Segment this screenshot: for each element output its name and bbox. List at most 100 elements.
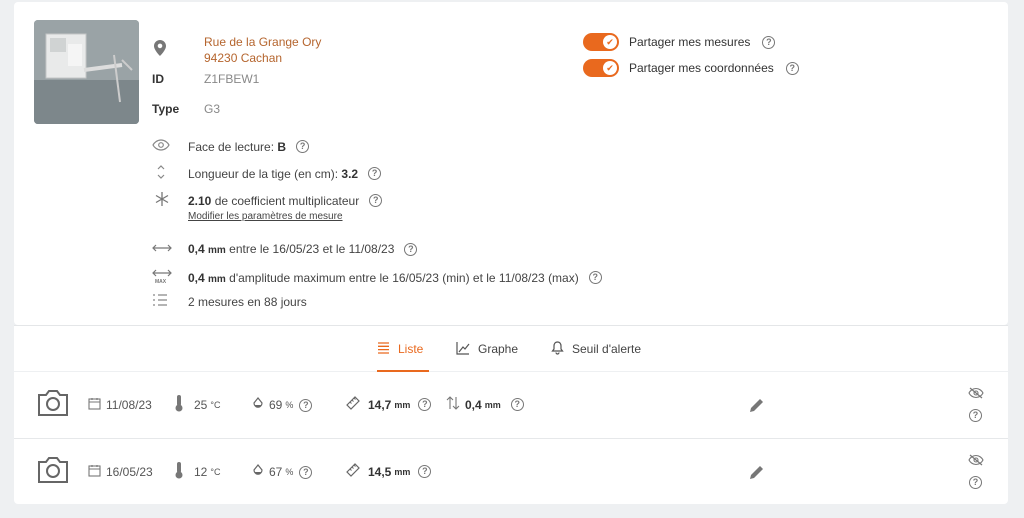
amplitude-value: 0,4 [188, 270, 205, 285]
measure-row: 16/05/23 12 °C 67 % ? 14,5 mm ? ? [14, 438, 1008, 504]
camera-icon[interactable] [36, 388, 70, 418]
help-icon[interactable]: ? [588, 271, 602, 284]
measure-date: 11/08/23 [106, 398, 152, 412]
calendar-icon [88, 464, 101, 480]
measure-date: 16/05/23 [106, 465, 153, 479]
expand-vertical-icon [152, 165, 188, 182]
width-unit: mm [394, 466, 411, 477]
humidity-unit: % [285, 400, 294, 410]
thermometer-icon [174, 461, 184, 482]
measure-width: 14,7 [368, 397, 392, 412]
edit-pencil-icon[interactable] [748, 396, 766, 414]
length-label: Longueur de la tige (en cm): [188, 166, 342, 181]
share-measures-row: ✔ Partager mes mesures ? [583, 33, 776, 51]
max-amplitude-icon: MAX [152, 268, 188, 287]
variation-text: entre le 16/05/23 et le 11/08/23 [225, 242, 395, 256]
share-measures-toggle[interactable]: ✔ [583, 33, 619, 51]
variation-unit: mm [208, 245, 226, 256]
tab-seuil-alerte[interactable]: Seuil d'alerte [551, 326, 641, 372]
address[interactable]: Rue de la Grange Ory 94230 Cachan [204, 34, 321, 66]
coef-row: 2.10 de coefficient multiplicateur ? [152, 191, 383, 210]
tabs-bar: Liste Graphe Seuil d'alerte [14, 325, 1008, 372]
sensor-card: Rue de la Grange Ory 94230 Cachan ID Z1F… [14, 2, 1008, 325]
list-icon [152, 294, 188, 309]
length-row: Longueur de la tige (en cm): 3.2 ? [152, 165, 382, 182]
help-icon[interactable]: ? [404, 242, 418, 256]
id-label: ID [152, 72, 164, 86]
amplitude-row: MAX 0,4 mm d'amplitude maximum entre le … [152, 268, 602, 287]
edit-pencil-icon[interactable] [748, 463, 766, 481]
help-icon[interactable]: ? [299, 465, 313, 479]
address-line1: Rue de la Grange Ory [204, 35, 322, 49]
amplitude-text: d'amplitude maximum entre le 16/05/23 (m… [225, 270, 579, 285]
eye-icon [152, 139, 188, 154]
asterisk-icon [152, 191, 188, 210]
ruler-icon [345, 395, 361, 414]
length-value: 3.2 [341, 166, 359, 181]
help-icon[interactable]: ? [969, 409, 982, 422]
measure-temp: 12 [194, 464, 208, 479]
temp-unit: °C [210, 466, 221, 477]
check-icon: ✔ [603, 61, 617, 75]
help-icon[interactable]: ? [785, 61, 799, 75]
ruler-icon [345, 462, 361, 481]
measure-list: 11/08/23 25 °C 69 % ? 14,7 mm ? 0,4 mm ? [14, 372, 1008, 504]
count-row: 2 mesures en 88 jours [152, 294, 307, 309]
face-label: Face de lecture: [188, 139, 278, 154]
help-icon[interactable]: ? [510, 398, 524, 411]
measure-humidity: 67 [269, 465, 283, 479]
sensor-photo[interactable] [34, 20, 139, 124]
help-icon[interactable]: ? [418, 398, 432, 411]
modify-params-link[interactable]: Modifier les paramètres de mesure [188, 211, 343, 222]
temp-unit: °C [210, 399, 221, 410]
location-pin-icon [154, 40, 166, 59]
help-icon[interactable]: ? [369, 194, 383, 207]
face-row: Face de lecture: B ? [152, 139, 310, 154]
list-lines-icon [377, 341, 390, 357]
width-unit: mm [394, 399, 411, 410]
id-row: ID Z1FBEW1 [152, 72, 259, 86]
check-icon: ✔ [603, 35, 617, 49]
measure-delta: 0,4 [465, 397, 482, 412]
share-coords-label: Partager mes coordonnées [629, 61, 774, 75]
help-icon[interactable]: ? [299, 398, 313, 412]
hide-eye-icon[interactable] [968, 387, 984, 399]
tab-liste[interactable]: Liste [377, 326, 429, 372]
tab-label: Liste [398, 342, 424, 356]
help-icon[interactable]: ? [969, 476, 982, 489]
location-row [154, 40, 166, 59]
coef-value: 2.10 [188, 193, 212, 208]
camera-icon[interactable] [36, 455, 70, 485]
tab-label: Seuil d'alerte [572, 342, 641, 356]
thermometer-icon [174, 394, 184, 415]
help-icon[interactable]: ? [368, 167, 382, 180]
variation-value: 0,4 [188, 242, 205, 256]
address-line2: 94230 Cachan [204, 51, 283, 65]
type-row: Type G3 [152, 102, 220, 116]
measure-row: 11/08/23 25 °C 69 % ? 14,7 mm ? 0,4 mm ? [14, 372, 1008, 438]
help-icon[interactable]: ? [762, 35, 776, 49]
humidity-drop-icon [252, 464, 264, 480]
measure-width: 14,5 [368, 464, 392, 479]
share-coords-toggle[interactable]: ✔ [583, 59, 619, 77]
tab-graphe[interactable]: Graphe [456, 326, 518, 372]
count-text: 2 mesures en 88 jours [188, 294, 307, 309]
type-label: Type [152, 102, 180, 116]
hide-eye-icon[interactable] [968, 454, 984, 466]
humidity-drop-icon [252, 397, 264, 413]
variation-row: 0,4 mm entre le 16/05/23 et le 11/08/23 … [152, 242, 418, 256]
tab-label: Graphe [478, 342, 519, 356]
arrows-horizontal-icon [152, 242, 188, 256]
help-icon[interactable]: ? [418, 465, 432, 478]
chart-line-icon [456, 341, 470, 358]
bell-icon [551, 340, 564, 358]
id-value: Z1FBEW1 [204, 72, 260, 86]
humidity-unit: % [285, 467, 294, 477]
share-measures-label: Partager mes mesures [629, 35, 751, 49]
delta-unit: mm [484, 399, 501, 410]
face-value: B [277, 139, 287, 154]
max-label: MAX [155, 279, 167, 285]
arrows-updown-icon [446, 396, 460, 413]
share-coords-row: ✔ Partager mes coordonnées ? [583, 59, 799, 77]
help-icon[interactable]: ? [296, 140, 310, 153]
